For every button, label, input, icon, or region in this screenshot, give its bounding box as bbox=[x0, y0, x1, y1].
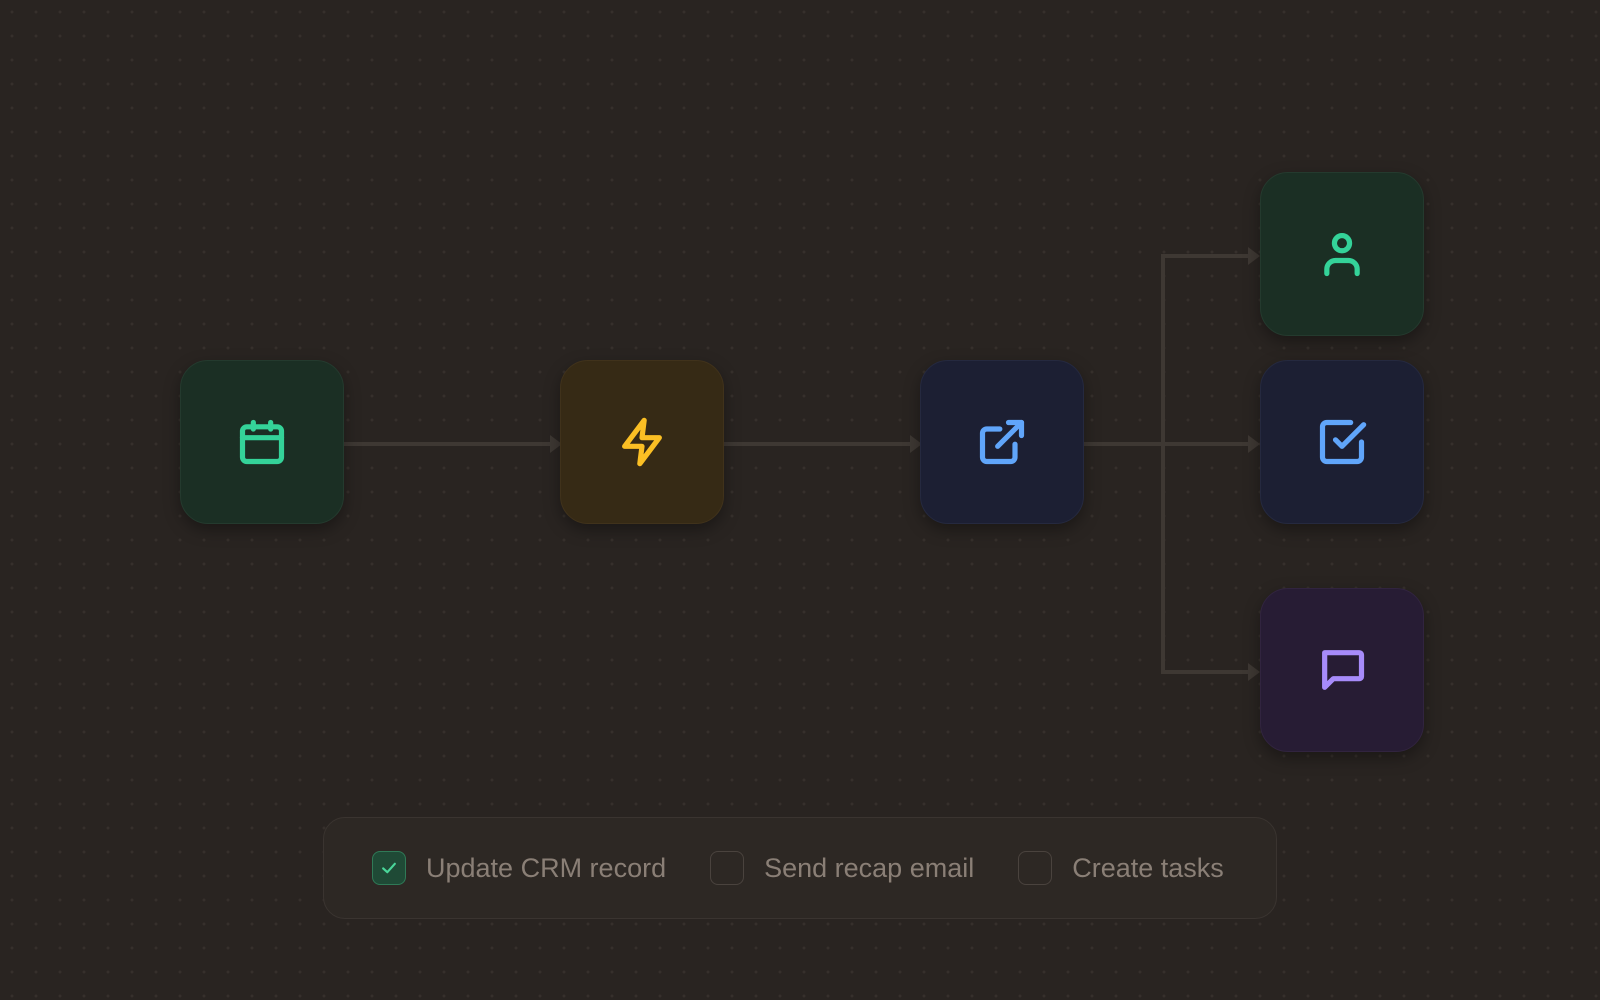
option-update-crm[interactable]: Update CRM record bbox=[372, 851, 666, 885]
check-icon bbox=[382, 862, 396, 874]
message-icon bbox=[1322, 650, 1365, 690]
option-label: Send recap email bbox=[764, 852, 975, 883]
node-lightning-action[interactable] bbox=[560, 360, 724, 524]
arrowhead-email bbox=[1248, 663, 1260, 681]
lightning-bolt-icon bbox=[622, 417, 662, 467]
node-update-crm[interactable] bbox=[1260, 172, 1424, 336]
node-send-recap[interactable] bbox=[1260, 588, 1424, 752]
option-create-tasks[interactable]: Create tasks bbox=[1018, 851, 1224, 885]
calendar-icon bbox=[239, 419, 285, 465]
node-calendar-trigger[interactable] bbox=[180, 360, 344, 524]
edge-branch-to-crm bbox=[1161, 254, 1250, 444]
option-label: Update CRM record bbox=[426, 852, 667, 883]
user-icon bbox=[1324, 232, 1360, 277]
external-link-icon bbox=[979, 419, 1025, 465]
node-create-tasks[interactable] bbox=[1260, 360, 1424, 524]
options-bar: Update CRM record Send recap email Creat… bbox=[323, 817, 1277, 919]
arrowhead-crm bbox=[1248, 247, 1260, 265]
arrowhead-tasks bbox=[1248, 435, 1260, 453]
option-label: Create tasks bbox=[1072, 852, 1224, 883]
workflow-canvas: Update CRM record Send recap email Creat… bbox=[0, 0, 1600, 1000]
send-recap-email-checkbox[interactable] bbox=[710, 851, 745, 885]
checkbox-icon bbox=[1319, 419, 1367, 465]
node-external-link[interactable] bbox=[920, 360, 1084, 524]
update-crm-checkbox[interactable] bbox=[372, 851, 406, 885]
option-send-recap-email[interactable]: Send recap email bbox=[710, 851, 974, 885]
edge-branch-to-email bbox=[1161, 444, 1250, 674]
create-tasks-checkbox[interactable] bbox=[1018, 851, 1053, 885]
